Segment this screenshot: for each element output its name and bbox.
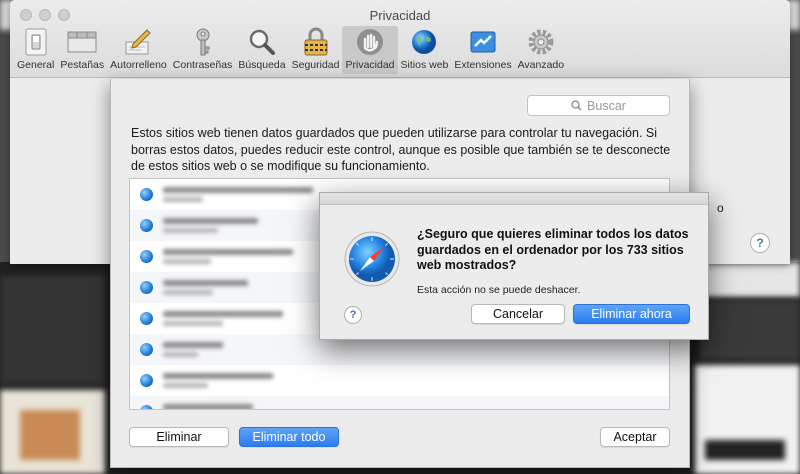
hand-icon	[355, 27, 385, 57]
globe-icon	[140, 188, 153, 201]
blurred-site-name	[163, 249, 293, 264]
tab-pestanas[interactable]: Pestañas	[57, 26, 107, 74]
partial-text: o	[717, 201, 724, 215]
globe-icon	[140, 405, 153, 409]
key-icon	[188, 27, 218, 57]
search-icon	[571, 100, 582, 111]
globe-icon	[140, 312, 153, 325]
magnifier-icon	[247, 27, 277, 57]
blurred-site-name	[163, 404, 253, 409]
blurred-site-name	[163, 187, 313, 202]
alert-help-button[interactable]: ?	[344, 306, 362, 324]
sheet-description: Estos sitios web tienen datos guardados …	[131, 126, 671, 173]
blurred-site-name	[163, 342, 223, 357]
switch-icon	[21, 27, 51, 57]
tab-autorrelleno[interactable]: Autorrelleno	[107, 26, 170, 74]
alert-message: Esta acción no se puede deshacer.	[417, 284, 581, 296]
list-item[interactable]	[130, 396, 669, 409]
safari-compass-icon	[344, 231, 400, 287]
tab-extensiones[interactable]: Extensiones	[451, 26, 514, 74]
globe-icon	[140, 219, 153, 232]
tab-privacidad[interactable]: Privacidad	[342, 26, 398, 74]
cancel-button[interactable]: Cancelar	[471, 304, 565, 324]
blurred-site-name	[163, 311, 283, 326]
tab-seguridad[interactable]: Seguridad	[289, 26, 343, 74]
confirm-delete-alert: ¿Seguro que quieres eliminar todos los d…	[319, 192, 709, 340]
remove-button[interactable]: Eliminar	[129, 427, 229, 447]
preferences-toolbar: General Pestañas Autorrelleno Contraseña…	[14, 26, 567, 74]
globe-icon	[409, 27, 439, 57]
tab-general[interactable]: General	[14, 26, 57, 74]
alert-title: ¿Seguro que quieres eliminar todos los d…	[417, 227, 689, 272]
alert-titlebar	[320, 193, 708, 205]
tab-busqueda[interactable]: Búsqueda	[235, 26, 288, 74]
remove-all-button[interactable]: Eliminar todo	[239, 427, 339, 447]
tab-sitios-web[interactable]: Sitios web	[398, 26, 452, 74]
search-placeholder: Buscar	[587, 98, 626, 113]
search-field[interactable]: Buscar	[527, 95, 670, 116]
puzzle-icon	[468, 27, 498, 57]
globe-icon	[140, 250, 153, 263]
pencil-icon	[123, 27, 153, 57]
tabs-icon	[67, 27, 97, 57]
blurred-site-name	[163, 280, 248, 295]
padlock-icon	[301, 27, 331, 57]
tab-avanzado[interactable]: Avanzado	[515, 26, 568, 74]
window-titlebar: Privacidad General Pestañas Autorrelleno	[10, 0, 790, 78]
globe-icon	[140, 343, 153, 356]
accept-button[interactable]: Aceptar	[600, 427, 670, 447]
blurred-site-name	[163, 373, 273, 388]
tab-contrasenas[interactable]: Contraseñas	[170, 26, 236, 74]
delete-now-button[interactable]: Eliminar ahora	[573, 304, 690, 324]
gear-icon	[526, 27, 556, 57]
globe-icon	[140, 374, 153, 387]
window-title: Privacidad	[369, 8, 431, 23]
list-item[interactable]	[130, 365, 669, 396]
blurred-site-name	[163, 218, 258, 233]
globe-icon	[140, 281, 153, 294]
window-help-button[interactable]: ?	[750, 233, 770, 253]
